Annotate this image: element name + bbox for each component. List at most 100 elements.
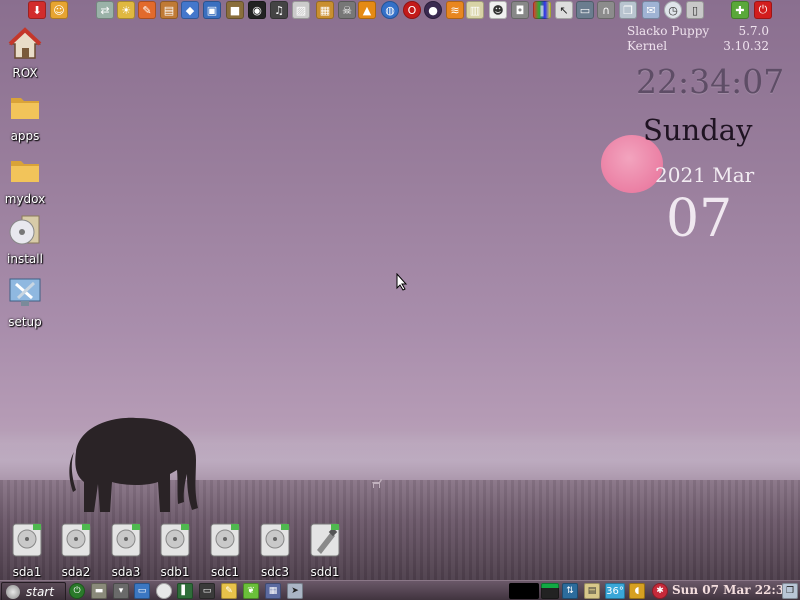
taskbar: start ⏻ ▬ ▾ ▭ ▌ ▭ ✎ ❦ ▦ ➤ ⇅ ▤ 36° ◖ ✱ Su…	[0, 580, 800, 600]
elephant-silhouette	[69, 417, 198, 512]
drive-label: sdb1	[160, 565, 190, 579]
leaf-icon[interactable]: ❦	[243, 583, 259, 599]
distro-version: 5.7.0	[738, 24, 769, 38]
drive-icon-sdb1[interactable]: sdb1	[152, 522, 198, 579]
drive-icon-sdc3[interactable]: sdc3	[252, 522, 298, 579]
drive-icon-sda3[interactable]: sda3	[103, 522, 149, 579]
shutdown-icon[interactable]: ⏻	[69, 583, 85, 599]
camera-icon[interactable]: ◘	[511, 1, 529, 19]
network-connect-icon[interactable]: ⇄	[96, 1, 114, 19]
desktop-clock-date: 07	[666, 189, 733, 249]
firewall-icon[interactable]: ✱	[652, 583, 668, 599]
volume-icon[interactable]: ◖	[629, 583, 645, 599]
temperature-value: 36°	[606, 585, 624, 597]
drive-icon-sda1[interactable]: sda1	[4, 522, 50, 579]
desktop-switch-icon[interactable]: ❐	[782, 583, 798, 599]
drive-label: sdd1	[310, 565, 340, 579]
mail-icon[interactable]: ✉	[642, 1, 660, 19]
antelope-silhouette	[372, 479, 382, 488]
desktop-icon-label: install	[7, 252, 43, 266]
kernel-info: Kernel 3.10.32	[627, 39, 769, 53]
desktop[interactable]: ⬇ ☺ ⇄ ☀ ✎ ▤ ◆ ▣ ■ ◉ ♫ ▨ ▦ ☠ ▲ ◍ O ● ≋ ▥ …	[0, 0, 800, 600]
desktop-icon-label: apps	[10, 129, 40, 143]
weather-sun-icon[interactable]: ☀	[117, 1, 135, 19]
download-arrow-icon[interactable]: ⬇	[28, 1, 46, 19]
puppy-package-icon[interactable]: ☺	[50, 1, 68, 19]
headset-icon[interactable]: ∩	[597, 1, 615, 19]
desktop-clock-year-month: 2021 Mar	[655, 163, 755, 187]
drive-icon-sdc1[interactable]: sdc1	[202, 522, 248, 579]
usb-drive-icon	[310, 523, 340, 557]
hard-drive-icon	[61, 523, 91, 557]
desktop-icon-setup[interactable]: setup	[0, 276, 50, 329]
temperature-tray[interactable]: 36°	[605, 583, 625, 599]
desktop-icon-install[interactable]: install	[0, 213, 50, 266]
power-icon[interactable]: ⏻	[754, 1, 772, 19]
calculator-icon[interactable]: ▦	[316, 1, 334, 19]
clock-icon[interactable]: ◷	[664, 1, 682, 19]
start-label: start	[26, 585, 54, 599]
cpu-monitor-icon	[509, 583, 539, 599]
setup-tools-icon	[9, 278, 41, 306]
pointer-icon[interactable]: ↖	[555, 1, 573, 19]
puppy-logo-icon[interactable]: ✚	[731, 1, 749, 19]
save-floppy-icon[interactable]: ▣	[203, 1, 221, 19]
screen-icon[interactable]: ▭	[199, 583, 215, 599]
start-button[interactable]: start	[1, 582, 66, 600]
desktop-icon-apps[interactable]: apps	[0, 90, 50, 143]
workspace-icon[interactable]: ▌	[177, 583, 193, 599]
paint-icon[interactable]: ✎	[138, 1, 156, 19]
disc-burner-icon[interactable]: ◉	[248, 1, 266, 19]
kernel-version: 3.10.32	[723, 39, 769, 53]
disc-icon[interactable]	[156, 583, 172, 599]
calculator-grid-icon[interactable]: ▦	[265, 583, 281, 599]
show-desktop-icon[interactable]: ▬	[91, 583, 107, 599]
skull-icon[interactable]: ☠	[338, 1, 356, 19]
network-tray-icon[interactable]: ⇅	[562, 583, 578, 599]
hard-drive-icon	[12, 523, 42, 557]
media-player-icon[interactable]: ●	[424, 1, 442, 19]
paper-plane-icon[interactable]: ➤	[287, 583, 303, 599]
drive-label: sdc3	[260, 565, 290, 579]
edit-note-icon[interactable]: ✎	[221, 583, 237, 599]
desktop-icon-label: setup	[8, 315, 42, 329]
desktop-icon-rox[interactable]: ROX	[0, 27, 50, 80]
drive-label: sdc1	[210, 565, 240, 579]
hard-drive-icon	[111, 523, 141, 557]
ghost-icon[interactable]: ☻	[489, 1, 507, 19]
rss-feed-icon[interactable]: ≋	[446, 1, 464, 19]
notes-book-icon[interactable]: ▥	[466, 1, 484, 19]
desktop-icon-mydox[interactable]: mydox	[0, 153, 50, 206]
install-disc-icon	[9, 215, 40, 245]
monitor-icon[interactable]: ▭	[134, 583, 150, 599]
mouse-pointer-icon	[396, 273, 408, 291]
puppy-box-icon[interactable]: ■	[226, 1, 244, 19]
kernel-label: Kernel	[627, 39, 668, 53]
desktop-icon-label: ROX	[12, 66, 38, 80]
globe-browser-icon[interactable]: ◍	[381, 1, 399, 19]
vlc-cone-icon[interactable]: ▲	[358, 1, 376, 19]
drive-icon-sdd1[interactable]: sdd1	[302, 522, 348, 579]
drive-label: sda1	[12, 565, 42, 579]
color-picker-icon[interactable]: ◆	[181, 1, 199, 19]
monitor-settings-icon[interactable]: ▭	[576, 1, 594, 19]
desktop-icon-label: mydox	[4, 192, 46, 206]
pencils-icon[interactable]: ∥	[533, 1, 551, 19]
tray-clock[interactable]: Sun 07 Mar 22:34	[672, 583, 793, 597]
terminal-icon[interactable]: ▯	[686, 1, 704, 19]
image-viewer-icon[interactable]: ▨	[292, 1, 310, 19]
drive-icon-sda2[interactable]: sda2	[53, 522, 99, 579]
folder-icon	[11, 98, 39, 119]
distro-info: Slacko Puppy 5.7.0	[627, 24, 769, 38]
opera-browser-icon[interactable]: O	[403, 1, 421, 19]
desktop-clock-day: Sunday	[643, 113, 753, 147]
headphones-icon[interactable]: ♫	[270, 1, 288, 19]
windows-icon[interactable]: ❐	[619, 1, 637, 19]
drive-label: sda2	[61, 565, 91, 579]
hard-drive-icon	[160, 523, 190, 557]
folder-icon	[11, 161, 39, 182]
clipboard-icon[interactable]: ▤	[584, 583, 600, 599]
trash-icon[interactable]: ▾	[113, 583, 129, 599]
book-icon[interactable]: ▤	[160, 1, 178, 19]
hard-drive-icon	[210, 523, 240, 557]
